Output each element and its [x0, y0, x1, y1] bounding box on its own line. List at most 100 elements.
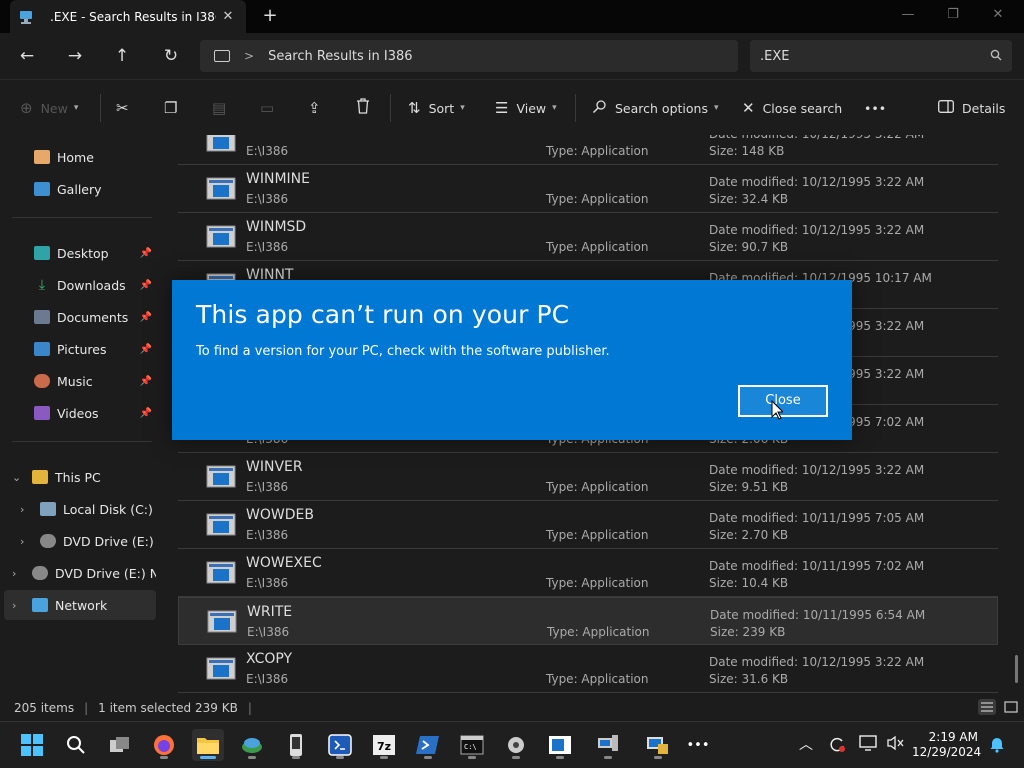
network-computer-icon[interactable]: [592, 729, 624, 761]
sidebar-item-label: This PC: [55, 469, 101, 485]
sidebar-item-downloads[interactable]: ⤓ Downloads 📌: [4, 270, 156, 300]
sidebar-item-label: Videos: [57, 405, 99, 421]
show-hidden-icons-chevron[interactable]: ︿: [796, 735, 816, 755]
command-prompt-icon[interactable]: C:\: [456, 729, 488, 761]
videos-icon: [34, 406, 50, 420]
delete-button[interactable]: [356, 80, 378, 136]
file-path: E:\I386: [247, 625, 290, 639]
close-tab-icon[interactable]: ✕: [216, 9, 240, 24]
setup-app-icon[interactable]: [642, 729, 674, 761]
computer-icon: [32, 470, 48, 484]
sidebar-item-gallery[interactable]: Gallery: [4, 174, 156, 204]
refresh-icon[interactable]: ↻: [157, 44, 185, 68]
copy-button[interactable]: ❐: [164, 80, 185, 136]
file-date-modified: Date modified: 10/11/1995 7:02 AM: [709, 559, 925, 573]
breadcrumb-path[interactable]: Search Results in I386: [268, 49, 413, 64]
search-input[interactable]: .EXE: [750, 40, 1012, 72]
list-view-icon: ☰: [495, 99, 509, 117]
terminal-app-icon[interactable]: [324, 729, 356, 761]
dialog-close-button[interactable]: Close: [738, 385, 828, 417]
display-network-icon[interactable]: [858, 735, 878, 755]
up-arrow-icon[interactable]: ↑: [108, 44, 136, 68]
dvd-icon: [40, 534, 56, 548]
sidebar-item-desktop[interactable]: Desktop 📌: [4, 238, 156, 268]
sidebar-item-this-pc[interactable]: ⌄ This PC: [4, 462, 156, 492]
globe-app-icon[interactable]: [236, 729, 268, 761]
more-apps-icon[interactable]: •••: [682, 729, 714, 761]
file-date-modified: Date modified: 10/12/1995 3:22 AM: [709, 175, 925, 189]
notification-bell-icon[interactable]: [987, 735, 1007, 755]
sidebar-item-videos[interactable]: Videos 📌: [4, 398, 156, 428]
file-row[interactable]: WOWDEB E:\I386 Type: Application Date modif…: [178, 501, 998, 549]
chevron-right-icon[interactable]: ›: [20, 503, 32, 516]
new-tab-button[interactable]: +: [258, 6, 282, 28]
file-row[interactable]: WINMINE E:\I386 Type: Application Date modi…: [178, 165, 998, 213]
search-options-label: Search options: [615, 100, 708, 116]
taskbar-clock[interactable]: 2:19 AM 12/29/2024: [912, 730, 981, 760]
desktop-icon: [34, 246, 50, 260]
sidebar-item-music[interactable]: Music 📌: [4, 366, 156, 396]
cut-button[interactable]: ✂: [116, 80, 137, 136]
powershell-icon[interactable]: [412, 729, 444, 761]
chevron-right-icon[interactable]: ›: [12, 599, 24, 612]
search-options-button[interactable]: Search options ▾: [592, 80, 719, 136]
file-path: E:\I386: [246, 528, 289, 542]
new-button[interactable]: ⊕ New ▾: [20, 80, 78, 136]
rename-button[interactable]: ▭: [260, 80, 282, 136]
forward-arrow-icon[interactable]: →: [61, 44, 89, 68]
sync-status-icon[interactable]: [827, 735, 847, 755]
sidebar-item-network[interactable]: › Network: [4, 590, 156, 620]
documents-icon: [34, 310, 50, 324]
close-search-button[interactable]: ✕ Close search: [742, 80, 842, 136]
close-window-button[interactable]: ✕: [978, 4, 1018, 26]
address-field[interactable]: > Search Results in I386: [200, 40, 738, 72]
details-view-icon[interactable]: [978, 699, 996, 715]
file-row[interactable]: WOWEXEC E:\I386 Type: Application Date modi…: [178, 549, 998, 597]
pin-icon: 📌: [139, 375, 152, 387]
tiles-view-icon[interactable]: [1002, 699, 1020, 715]
back-arrow-icon[interactable]: ←: [13, 44, 41, 68]
clock-time: 2:19 AM: [928, 730, 978, 744]
sidebar-item-dvd-drive[interactable]: › DVD Drive (E:) NT: [4, 526, 156, 556]
file-row[interactable]: WINMSD E:\I386 Type: Application Date modif…: [178, 213, 998, 261]
minimize-button[interactable]: —: [888, 4, 928, 26]
file-row[interactable]: WINLOGON E:\I386 Type: Application Date mod…: [178, 135, 998, 165]
sort-button[interactable]: ⇅ Sort ▾: [408, 80, 465, 136]
maximize-button[interactable]: ❐: [933, 4, 973, 26]
task-view-icon[interactable]: [104, 729, 136, 761]
network-icon: [32, 598, 48, 612]
start-button[interactable]: [16, 729, 48, 761]
sidebar-item-dvd-drive-root[interactable]: › DVD Drive (E:) NTW: [4, 558, 156, 588]
file-explorer-icon[interactable]: [192, 729, 224, 761]
view-button[interactable]: ☰ View ▾: [495, 80, 557, 136]
chevron-right-icon[interactable]: ›: [12, 567, 24, 580]
more-options-button[interactable]: •••: [864, 80, 886, 136]
window-app-icon[interactable]: [544, 729, 576, 761]
volume-muted-icon[interactable]: [885, 735, 905, 755]
file-date-modified: Date modified: 10/12/1995 3:22 AM: [709, 655, 925, 669]
home-icon: [34, 150, 50, 164]
file-date-modified: Date modified: 10/11/1995 7:05 AM: [709, 511, 925, 525]
settings-gear-icon[interactable]: [500, 729, 532, 761]
taskbar-search-icon[interactable]: [60, 729, 92, 761]
share-button[interactable]: ⇪: [308, 80, 329, 136]
file-row[interactable]: XCOPY E:\I386 Type: Application Date modifi…: [178, 645, 998, 693]
divider: [575, 94, 576, 122]
search-icon[interactable]: [990, 49, 1002, 64]
vertical-scrollbar[interactable]: [1015, 655, 1018, 683]
sidebar-item-local-disk[interactable]: › Local Disk (C:): [4, 494, 156, 524]
details-pane-button[interactable]: Details: [938, 80, 1005, 136]
7zip-icon[interactable]: 7z: [368, 729, 400, 761]
firefox-icon[interactable]: [148, 729, 180, 761]
sidebar-item-home[interactable]: Home: [4, 142, 156, 172]
file-row[interactable]: WINVER E:\I386 Type: Application Date modif…: [178, 453, 998, 501]
chevron-right-icon[interactable]: ›: [20, 535, 32, 548]
sidebar-item-documents[interactable]: Documents 📌: [4, 302, 156, 332]
chevron-down-icon[interactable]: ⌄: [12, 471, 24, 484]
sidebar-item-pictures[interactable]: Pictures 📌: [4, 334, 156, 364]
paste-button[interactable]: ▤: [212, 80, 234, 136]
explorer-tab[interactable]: .EXE - Search Results in I386 ✕: [10, 0, 246, 33]
application-icon: [206, 513, 236, 536]
device-app-icon[interactable]: [280, 729, 312, 761]
file-row[interactable]: WRITE E:\I386 Type: Application Date modifi…: [178, 597, 998, 645]
